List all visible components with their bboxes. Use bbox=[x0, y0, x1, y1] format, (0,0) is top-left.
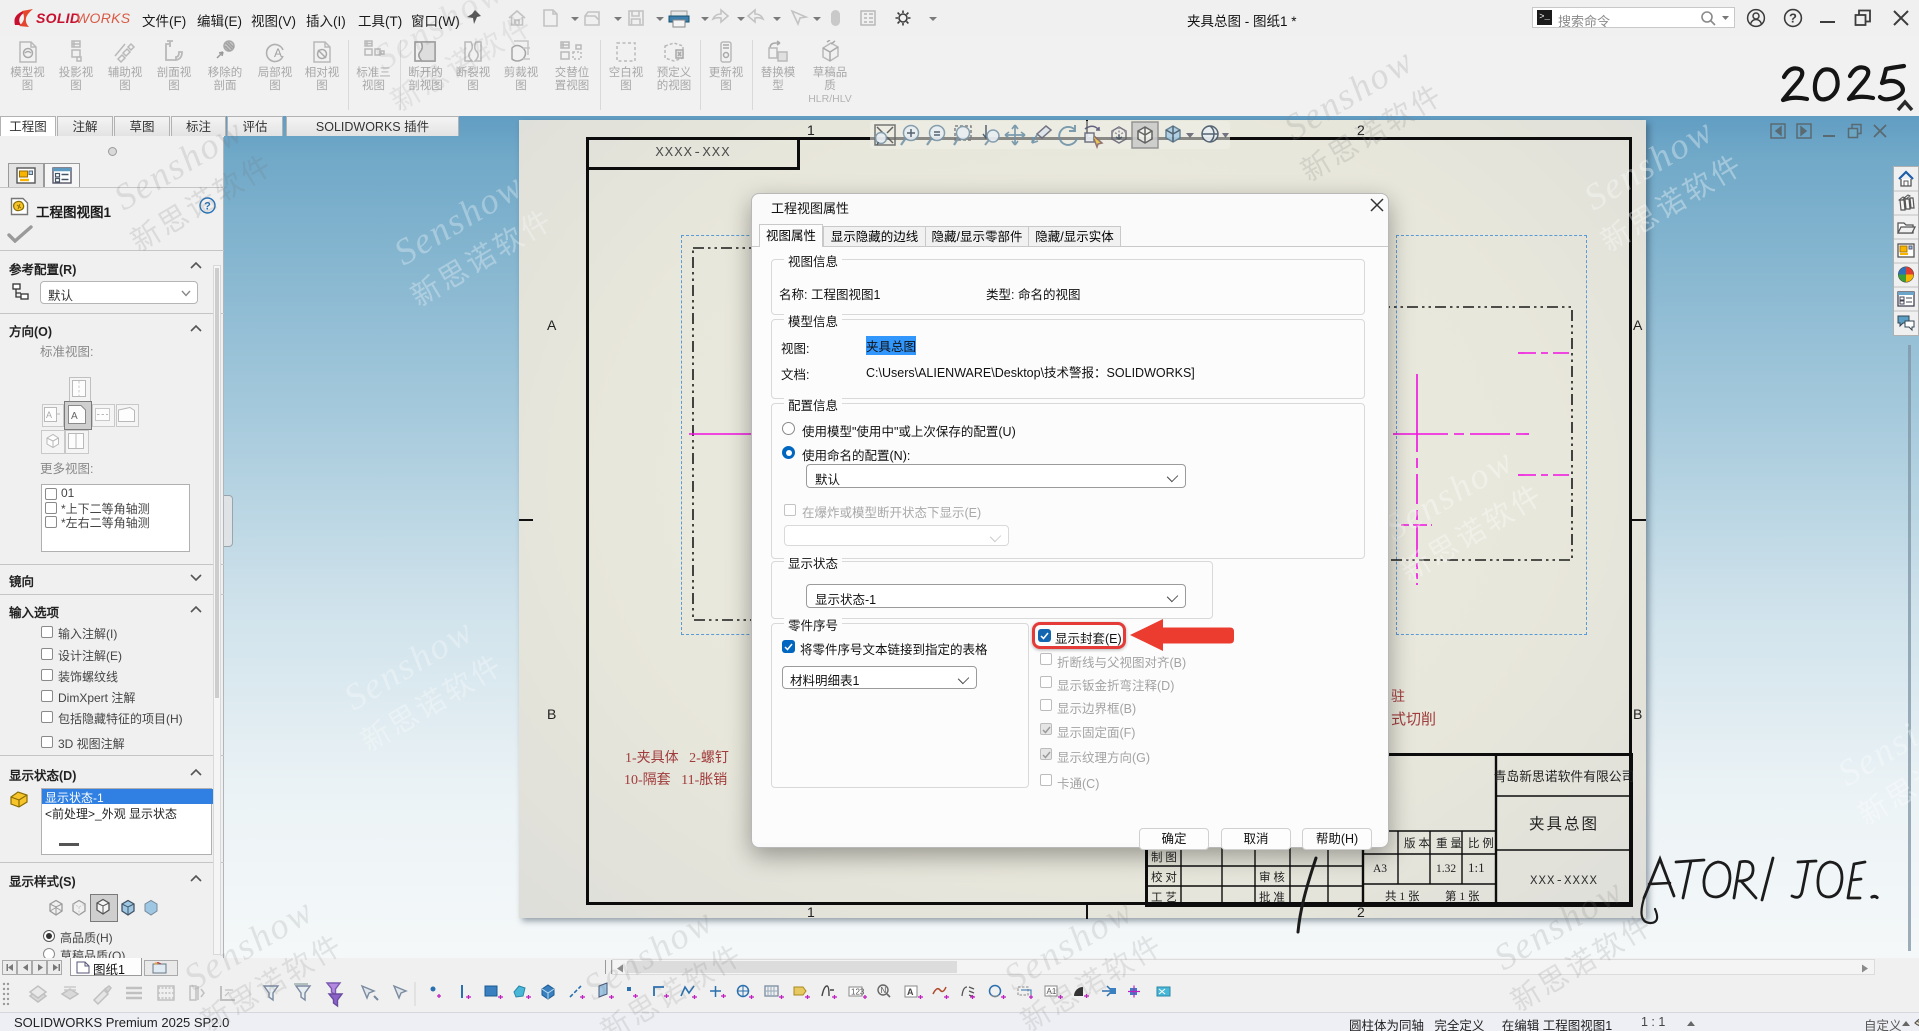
svg-text:N: N bbox=[881, 986, 887, 995]
svg-text:123: 123 bbox=[851, 988, 865, 997]
svg-text:?: ? bbox=[1789, 11, 1797, 26]
svg-text:校 对: 校 对 bbox=[1151, 870, 1177, 884]
svg-text:?: ? bbox=[204, 201, 211, 213]
svg-text:工 艺: 工 艺 bbox=[1151, 891, 1177, 904]
svg-text:A: A bbox=[907, 987, 914, 997]
svg-text:A: A bbox=[274, 46, 282, 60]
svg-text:制 图: 制 图 bbox=[1151, 851, 1177, 864]
svg-text:SOLID: SOLID bbox=[36, 10, 80, 26]
svg-text:青岛新思诺软件有限公司: 青岛新思诺软件有限公司 bbox=[1494, 769, 1633, 784]
svg-text:WORKS: WORKS bbox=[76, 10, 131, 26]
svg-text:夹具总图: 夹具总图 bbox=[1529, 815, 1599, 833]
svg-text:A: A bbox=[46, 410, 52, 420]
svg-text:A: A bbox=[71, 411, 78, 422]
svg-text:A1: A1 bbox=[1047, 987, 1057, 996]
